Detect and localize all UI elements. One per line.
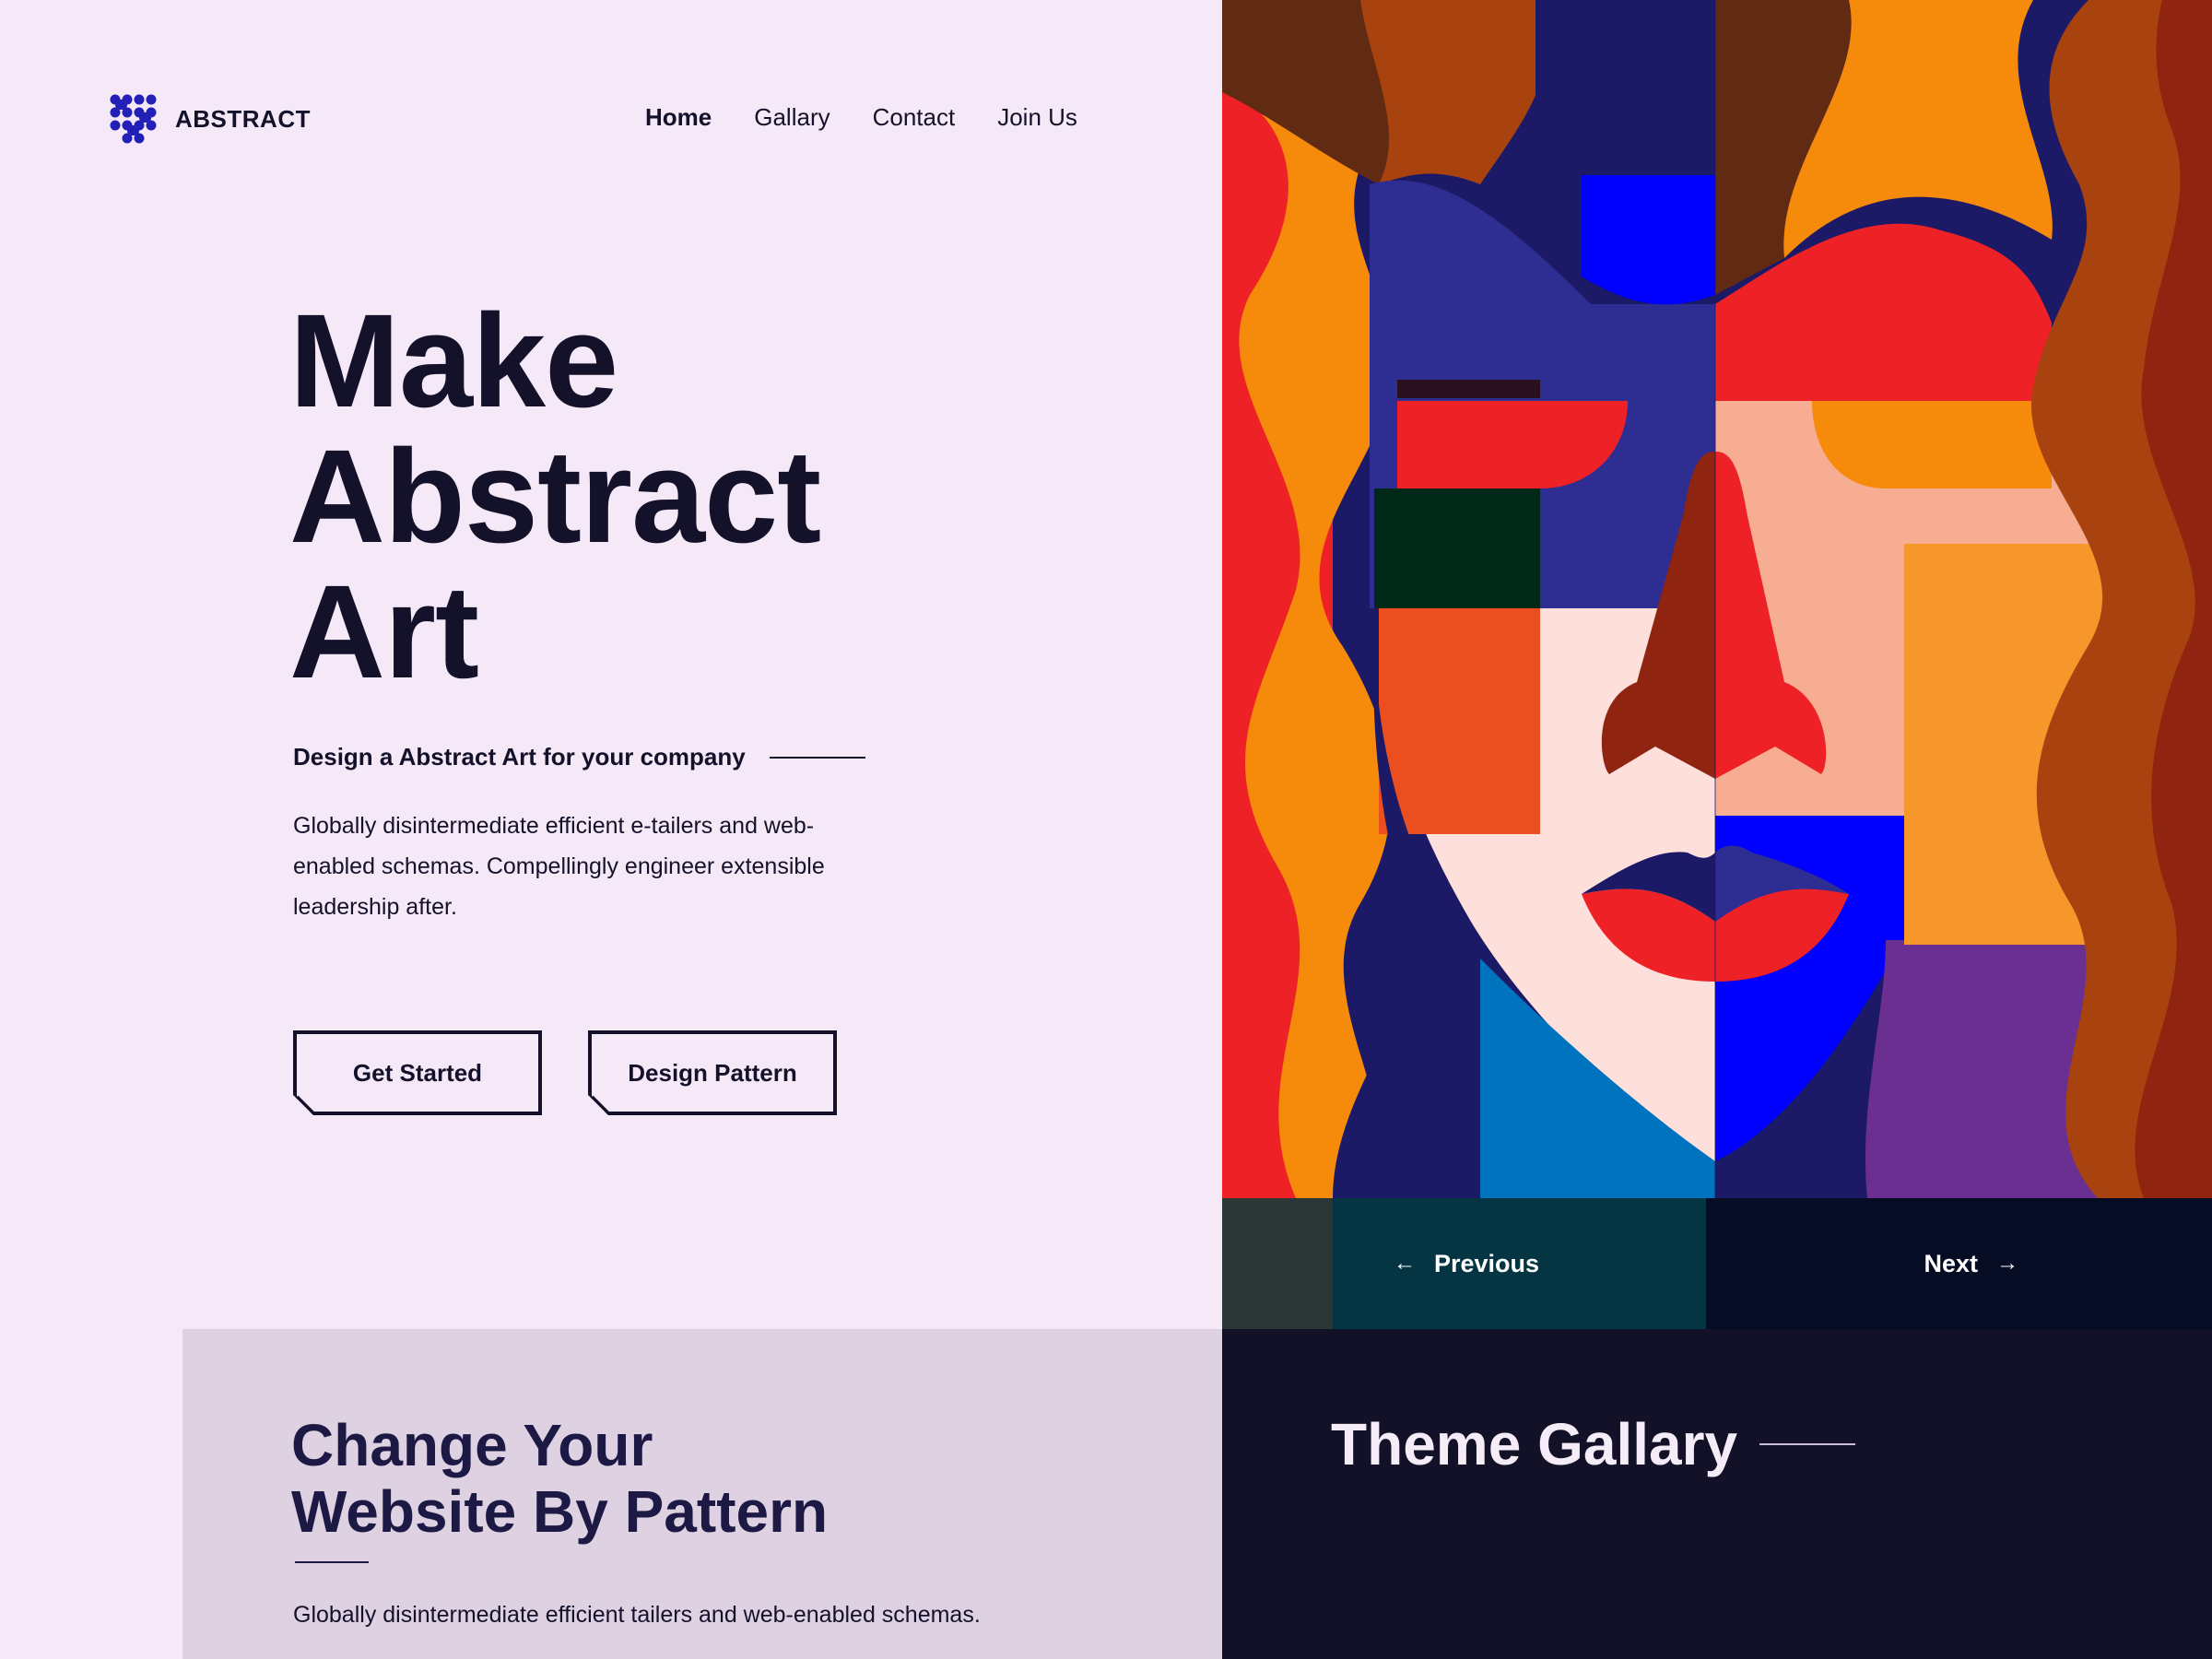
hero-title-line: Make — [289, 287, 618, 435]
divider-line — [295, 1561, 369, 1563]
art-slider-nav: ← Previous Next → — [1222, 1198, 2212, 1329]
hero-description: Globally disintermediate efficient e-tai… — [293, 813, 825, 920]
nav-item-contact[interactable]: Contact — [873, 103, 956, 132]
nav-item-home[interactable]: Home — [645, 103, 712, 132]
main-nav: Home Gallary Contact Join Us — [645, 103, 1077, 132]
divider-line — [1759, 1443, 1856, 1445]
hero-subtitle: Design a Abstract Art for your company — [293, 743, 746, 771]
arrow-right-icon: → — [1996, 1251, 2018, 1276]
next-button[interactable]: Next → — [1924, 1250, 2018, 1278]
brand-name: ABSTRACT — [175, 104, 311, 133]
pattern-section-text: Globally disintermediate efficient taile… — [293, 1602, 981, 1628]
hero-title-line: Abstract — [289, 422, 821, 571]
theme-gallery-section: Theme Gallary — [1222, 1329, 2212, 1659]
abstract-face-illustration — [1222, 0, 2212, 1329]
previous-label: Previous — [1434, 1249, 1540, 1277]
arrow-left-icon: ← — [1394, 1251, 1416, 1276]
next-label: Next — [1924, 1249, 1978, 1277]
hero-title-line: Art — [289, 558, 479, 706]
pattern-title-line: Change Your — [291, 1412, 653, 1478]
gallery-title-row: Theme Gallary — [1331, 1410, 1856, 1478]
previous-button[interactable]: ← Previous — [1394, 1250, 1539, 1278]
art-nav-right: Next → — [1706, 1198, 2212, 1329]
hero-subtitle-row: Design a Abstract Art for your company — [293, 743, 865, 771]
dot-grid-logo-icon — [110, 94, 157, 144]
pattern-title-line: Website By Pattern — [291, 1478, 829, 1545]
pattern-section: Change Your Website By Pattern Globally … — [182, 1329, 1222, 1659]
art-nav-left: ← Previous — [1222, 1198, 1706, 1329]
get-started-button[interactable]: Get Started — [293, 1030, 542, 1115]
gallery-section-title: Theme Gallary — [1331, 1411, 1738, 1477]
nav-item-join-us[interactable]: Join Us — [997, 103, 1077, 132]
brand-logo[interactable]: ABSTRACT — [109, 94, 311, 144]
nav-item-gallary[interactable]: Gallary — [754, 103, 830, 132]
abstract-face-artwork — [1222, 0, 2212, 1329]
divider-line — [769, 756, 865, 759]
pattern-section-title: Change Your Website By Pattern — [291, 1412, 828, 1545]
hero-title: Make Abstract Art — [289, 287, 821, 706]
design-pattern-button[interactable]: Design Pattern — [588, 1030, 837, 1115]
